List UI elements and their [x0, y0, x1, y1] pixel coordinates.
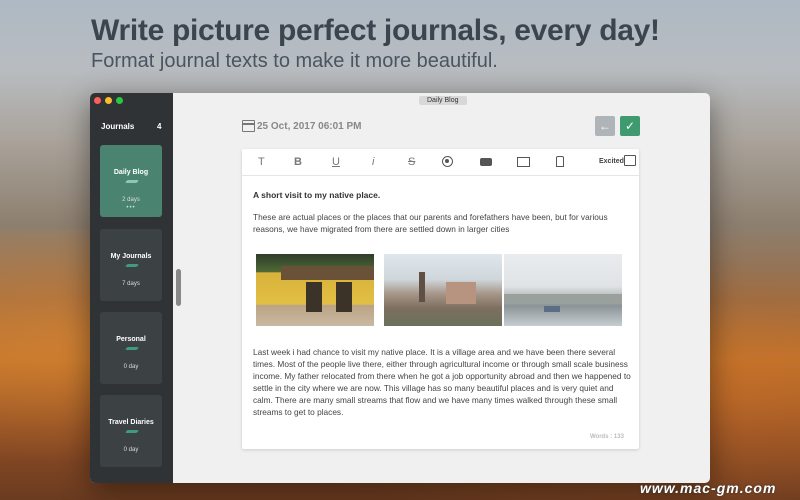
text-style-button[interactable]: T — [258, 156, 265, 168]
calendar-icon — [242, 120, 255, 132]
back-button[interactable]: ← — [595, 116, 615, 136]
promo-subline: Format journal texts to make it more bea… — [91, 50, 498, 72]
entry-date[interactable]: 25 Oct, 2017 06:01 PM — [242, 120, 362, 132]
feather-icon — [125, 180, 139, 183]
journal-card-personal[interactable]: Personal 0 day — [100, 312, 162, 384]
word-count: Words : 133 — [590, 434, 624, 440]
feather-icon — [125, 430, 139, 433]
checkmark-icon: ✓ — [624, 119, 636, 133]
entry-date-text: 25 Oct, 2017 06:01 PM — [257, 120, 362, 132]
journal-days: 2 days — [122, 197, 140, 203]
watermark: www.mac-gm.com — [640, 480, 777, 496]
highlight-icon[interactable] — [480, 158, 492, 166]
insert-image-icon[interactable] — [517, 157, 530, 167]
underline-button[interactable]: U — [332, 156, 340, 168]
entry-photo-castle-town[interactable] — [384, 254, 502, 326]
journal-days: 0 day — [123, 364, 139, 370]
mood-icon[interactable] — [624, 155, 636, 166]
app-window: Journals 4 Daily Blog 2 days ••• My Jour… — [90, 93, 710, 483]
feather-icon — [125, 347, 139, 350]
sidebar-title: Journals — [101, 122, 135, 131]
journal-name: Personal — [116, 336, 146, 343]
entry-photo-village-house[interactable] — [256, 254, 374, 326]
journal-name: Travel Diaries — [108, 419, 154, 426]
entry-editor[interactable]: T B U i S Excited A short visit to my na… — [242, 149, 639, 449]
feather-icon — [125, 264, 139, 267]
sidebar-resize-handle[interactable] — [176, 269, 181, 306]
mood-label[interactable]: Excited — [599, 158, 624, 165]
entry-content[interactable]: A short visit to my native place. These … — [253, 189, 633, 417]
entry-paragraph[interactable]: These are actual places or the places th… — [253, 211, 633, 235]
italic-button[interactable]: i — [372, 156, 374, 168]
window-title: Daily Blog — [419, 96, 467, 105]
journal-card-daily-blog[interactable]: Daily Blog 2 days ••• — [100, 145, 162, 217]
journal-days: 0 day — [123, 447, 139, 453]
zoom-window-button[interactable] — [116, 97, 123, 104]
journal-days: 7 days — [122, 281, 140, 287]
journal-card-travel-diaries[interactable]: Travel Diaries 0 day — [100, 395, 162, 467]
arrow-left-icon: ← — [599, 119, 611, 133]
format-toolbar: T B U i S Excited — [242, 149, 639, 176]
entry-paragraph[interactable]: Last week i had chance to visit my nativ… — [253, 346, 633, 418]
journal-card-my-journals[interactable]: My Journals 7 days — [100, 229, 162, 301]
sidebar: Journals 4 Daily Blog 2 days ••• My Jour… — [90, 93, 173, 483]
save-button[interactable]: ✓ — [620, 116, 640, 136]
journal-name: My Journals — [110, 253, 152, 260]
minimize-window-button[interactable] — [105, 97, 112, 104]
clear-format-icon[interactable] — [556, 156, 564, 167]
promo-headline: Write picture perfect journals, every da… — [91, 14, 660, 47]
color-picker-icon[interactable] — [442, 156, 453, 167]
journal-count: 4 — [157, 122, 162, 131]
bold-button[interactable]: B — [294, 156, 302, 168]
strikethrough-button[interactable]: S — [408, 156, 415, 168]
entry-title[interactable]: A short visit to my native place. — [253, 189, 633, 201]
journal-name: Daily Blog — [113, 169, 149, 176]
more-dots-icon[interactable]: ••• — [100, 205, 162, 211]
entry-photo-lake[interactable] — [504, 254, 622, 326]
close-window-button[interactable] — [94, 97, 101, 104]
